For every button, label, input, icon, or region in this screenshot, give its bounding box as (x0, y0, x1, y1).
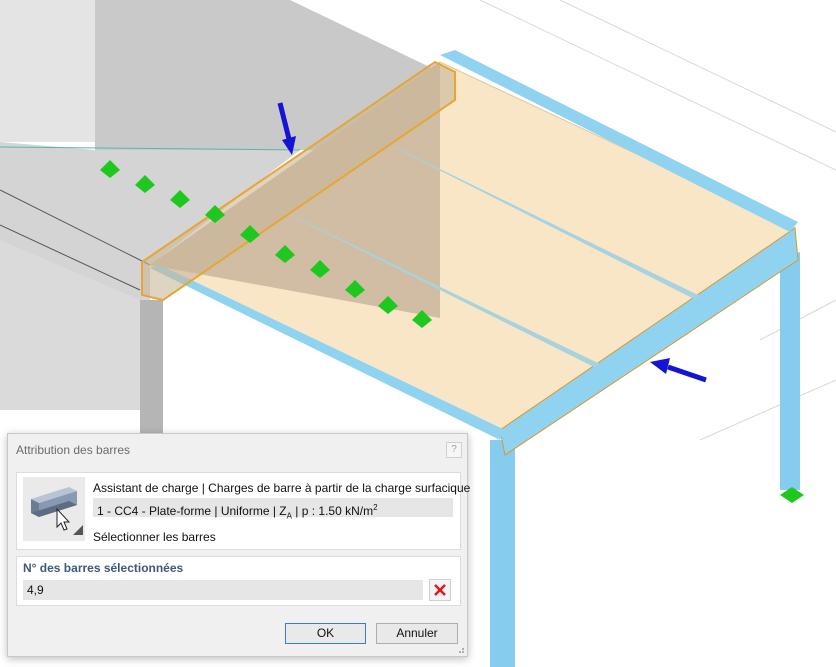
selected-members-input[interactable] (23, 580, 423, 600)
selected-members-label: N° des barres sélectionnées (23, 561, 184, 575)
load-case-exponent: 2 (373, 503, 378, 512)
column-back-right[interactable] (780, 252, 800, 490)
load-case-field[interactable]: 1 - CC4 - Plate-forme | Uniforme | ZA | … (93, 498, 453, 520)
load-case-text: 1 - CC4 - Plate-forme | Uniforme | Z (97, 504, 287, 518)
load-case-tail: | p : 1.50 kN/m (291, 504, 374, 518)
blue-arrow-icon (650, 358, 707, 383)
red-x-icon (434, 584, 446, 596)
cancel-button[interactable]: Annuler (376, 623, 458, 644)
member-assignment-dialog: Attribution des barres ? Assistant de ch… (7, 433, 470, 657)
ok-button[interactable]: OK (285, 623, 366, 644)
column-left[interactable] (140, 300, 163, 435)
clear-selection-button[interactable] (429, 579, 451, 601)
help-button[interactable]: ? (446, 442, 462, 458)
steel-beam-cursor-icon (23, 477, 85, 541)
selected-members-panel: N° des barres sélectionnées (16, 556, 461, 606)
column-front[interactable] (490, 440, 515, 667)
load-wizard-panel: Assistant de charge | Charges de barre à… (16, 472, 470, 550)
wall-block (0, 0, 95, 142)
resize-grip-icon[interactable] (457, 646, 465, 654)
wizard-header: Assistant de charge | Charges de barre à… (93, 481, 471, 495)
select-members-label[interactable]: Sélectionner les barres (93, 530, 216, 544)
dialog-title: Attribution des barres (16, 443, 131, 457)
